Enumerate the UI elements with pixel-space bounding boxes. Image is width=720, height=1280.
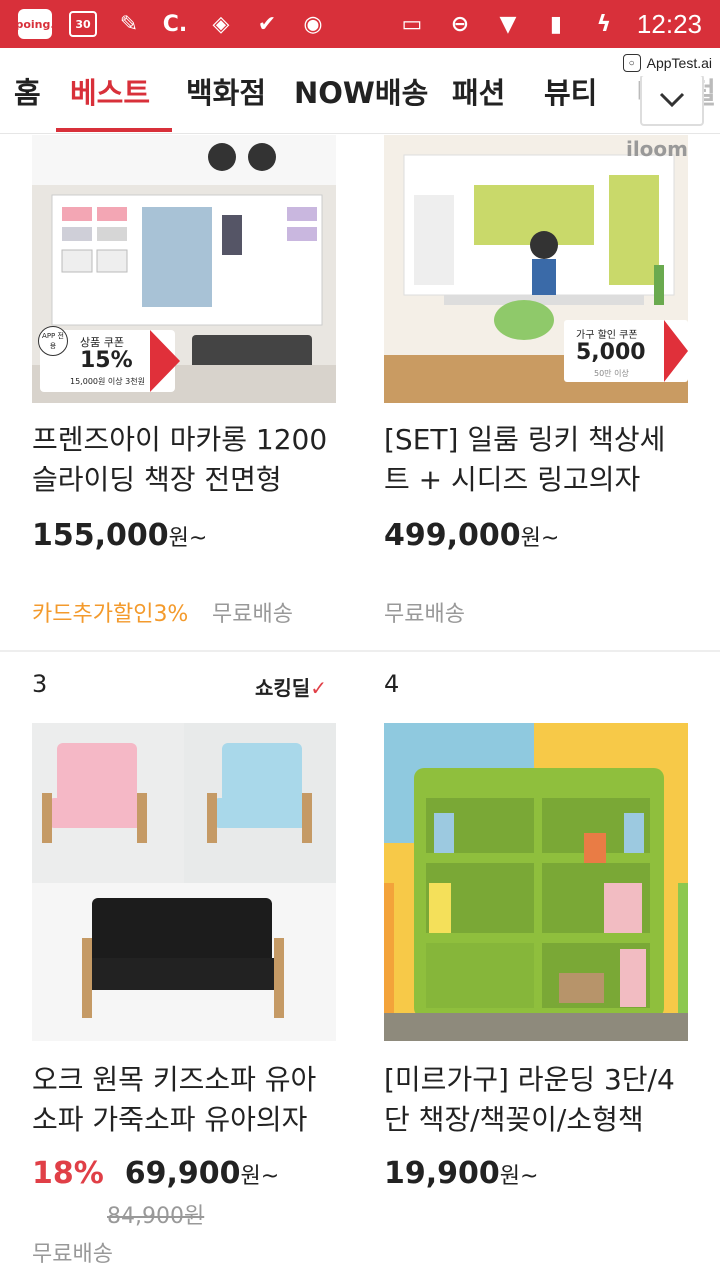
cast-icon: ▭	[401, 11, 423, 37]
original-price: 84,900원	[107, 1204, 205, 1229]
c-icon: C.	[162, 11, 188, 37]
apptest-badge: ○ AppTest.ai	[618, 50, 716, 76]
active-tab-indicator	[56, 128, 172, 132]
product-price: 499,000원~	[384, 518, 560, 553]
kids-sofa-photo	[32, 723, 336, 1041]
record-icon: ◉	[303, 11, 323, 37]
product-coupon: 가구 할인 쿠폰 5,000 50만 이상	[564, 320, 688, 382]
apptest-icon: ○	[622, 54, 641, 72]
product-image[interactable]	[32, 723, 336, 1041]
rank-number: 4	[384, 670, 400, 698]
calendar-icon: 30	[68, 9, 98, 39]
tab-beauty[interactable]: 뷰티	[544, 70, 597, 112]
row-divider	[0, 650, 720, 652]
status-bar: poing. 30 ✎ C. ◈ ✔ ◉ ▭ ⊖ ▼ ▮ ϟ 12:23	[0, 0, 720, 48]
rank-number: 3	[32, 670, 48, 698]
sync-icon: ◈	[212, 11, 230, 37]
tab-now-delivery[interactable]: NOW배송	[294, 70, 428, 112]
product-title[interactable]: 오크 원목 키즈소파 유아소파 가죽소파 유아의자	[32, 1060, 342, 1140]
free-shipping-tag: 무료배송	[32, 1242, 113, 1267]
dnd-icon: ⊖	[450, 11, 470, 37]
expand-tabs-button[interactable]	[640, 74, 704, 126]
product-price: 19,900원~	[384, 1156, 539, 1191]
shocking-deal-logo: 쇼킹딜✓	[255, 676, 327, 700]
free-shipping-tag: 무료배송	[212, 602, 293, 627]
tab-department-store[interactable]: 백화점	[186, 70, 266, 112]
tab-best[interactable]: 베스트	[70, 70, 150, 112]
product-coupon: APP 전용 상품 쿠폰 15% 15,000원 이상 3천원	[38, 326, 180, 392]
tab-home[interactable]: 홈	[14, 70, 41, 112]
product-title[interactable]: [미르가구] 라운딩 3단/4단 책장/책꽂이/소형책	[384, 1060, 688, 1140]
tab-fashion[interactable]: 패션	[452, 70, 505, 112]
product-image[interactable]: iloom sidiz 가구 할인 쿠폰 5,000 50만 이상	[384, 135, 688, 403]
product-price: 155,000원~	[32, 518, 208, 553]
free-shipping-tag: 무료배송	[384, 602, 465, 627]
battery-charging-icon: ϟ	[596, 11, 612, 37]
product-title[interactable]: [SET] 일룸 링키 책상세트 + 시디즈 링고의자	[384, 420, 684, 500]
poing-app-icon: poing.	[15, 9, 55, 39]
wifi-icon: ▼	[499, 11, 517, 37]
iloom-logo: iloom	[625, 137, 688, 161]
chevron-down-icon	[659, 92, 685, 108]
product-image[interactable]: APP 전용 상품 쿠폰 15% 15,000원 이상 3천원	[32, 135, 336, 403]
card-discount-tag: 카드추가할인3%	[32, 602, 189, 627]
category-tab-bar: 홈 베스트 백화점 NOW배송 패션 뷰티 디지털	[0, 48, 720, 134]
discount-rate: 18%	[32, 1156, 104, 1191]
no-sim-icon: ▮	[549, 11, 562, 37]
product-price: 18% 69,900원~	[32, 1156, 280, 1191]
feather-icon: ✎	[119, 11, 139, 37]
product-title[interactable]: 프렌즈아이 마카롱 1200 슬라이딩 책장 전면형	[32, 420, 342, 500]
green-bookshelf-photo	[384, 723, 688, 1041]
check-icon: ✔	[257, 11, 277, 37]
product-image[interactable]	[384, 723, 688, 1041]
clock: 12:23	[636, 8, 702, 39]
app-only-badge: APP 전용	[38, 326, 68, 356]
